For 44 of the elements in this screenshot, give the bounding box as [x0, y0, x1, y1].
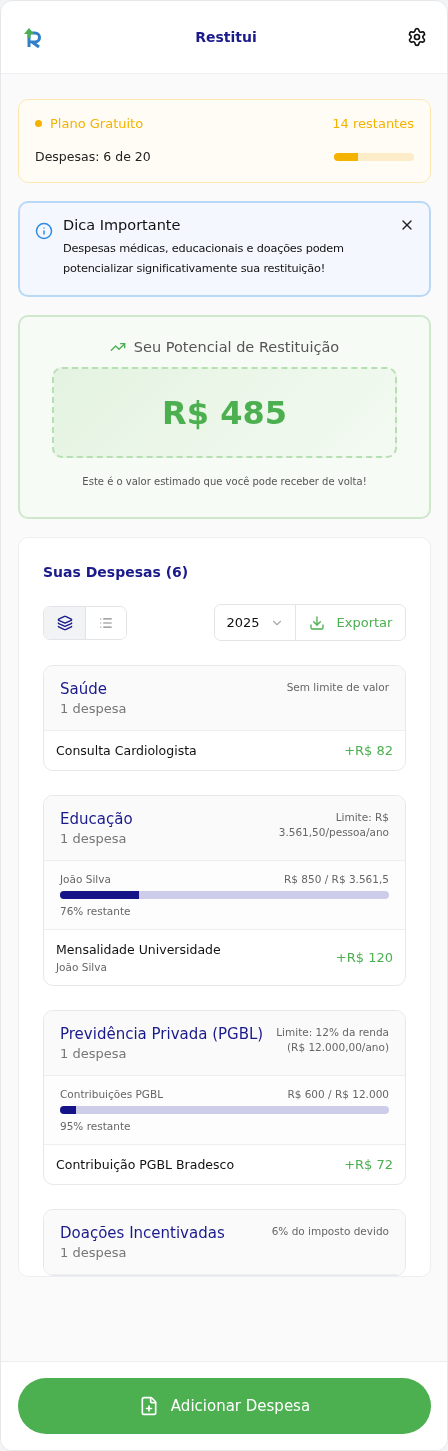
- expense-row[interactable]: Contribuição PGBL Bradesco +R$ 72: [44, 1145, 405, 1184]
- usage-text: Despesas: 6 de 20: [35, 149, 151, 164]
- plan-name: Plano Gratuito: [50, 116, 144, 131]
- tip-title: Dica Importante: [63, 217, 182, 233]
- expense-person: João Silva: [56, 961, 108, 973]
- info-icon: [35, 222, 53, 240]
- limit-text: Sem limite de valor: [286, 680, 389, 695]
- expense-count: 1 despesa: [60, 1245, 128, 1260]
- progress-label: João Silva: [60, 873, 111, 885]
- app-title: Restitui: [195, 29, 257, 45]
- expense-count: 1 despesa: [60, 831, 128, 846]
- progress-values: R$ 600 / R$ 12.000: [287, 1088, 389, 1100]
- remaining-text: 95% restante: [60, 1120, 132, 1132]
- expense-count: 1 despesa: [60, 1046, 128, 1061]
- refund-amount: R$ 485: [162, 393, 287, 432]
- expense-name: Mensalidade Universidade: [56, 942, 221, 957]
- expense-amount: +R$ 120: [335, 950, 393, 965]
- expense-row[interactable]: Consulta Cardiologista +R$ 82: [44, 731, 405, 770]
- expense-name: Contribuição PGBL Bradesco: [56, 1157, 235, 1172]
- section-title: Suas Despesas (6): [43, 564, 190, 580]
- expense-amount: +R$ 72: [344, 1157, 393, 1172]
- remaining-count: 14 restantes: [332, 116, 414, 131]
- limit-text: 6% do imposto devido: [271, 1224, 389, 1239]
- progress-label: Contribuições PGBL: [60, 1088, 163, 1100]
- expense-amount: +R$ 82: [344, 743, 393, 758]
- tip-text: Despesas médicas, educacionais e doações podem potencializar significativamente sua restituição!: [63, 241, 345, 277]
- potential-title: Seu Potencial de Restituição: [133, 339, 340, 355]
- grouped-view-button[interactable]: [44, 606, 85, 639]
- limit-text: Limite: 12% da renda (R$ 12.000,00/ano): [275, 1025, 389, 1055]
- category-name: Doações Incentivadas: [60, 1224, 225, 1242]
- list-icon: [99, 615, 113, 630]
- layers-icon: [56, 614, 73, 631]
- status-dot: [35, 120, 42, 127]
- limit-text: Limite: R$ 3.561,50/pessoa/ano: [277, 810, 389, 840]
- expense-count: 1 despesa: [60, 701, 127, 716]
- category-name: Educação: [60, 810, 133, 828]
- category-name: Saúde: [60, 680, 108, 698]
- category-name: Previdência Privada (PGBL): [60, 1025, 264, 1043]
- expense-name: Consulta Cardiologista: [56, 743, 197, 758]
- progress-values: R$ 850 / R$ 3.561,5: [284, 873, 389, 885]
- remaining-text: 76% restante: [60, 905, 132, 917]
- potential-caption: Este é o valor estimado que você pode receber de volta!: [82, 476, 367, 487]
- settings-icon[interactable]: [407, 27, 427, 47]
- expense-row[interactable]: Mensalidade Universidade João Silva +R$ 120: [44, 930, 405, 985]
